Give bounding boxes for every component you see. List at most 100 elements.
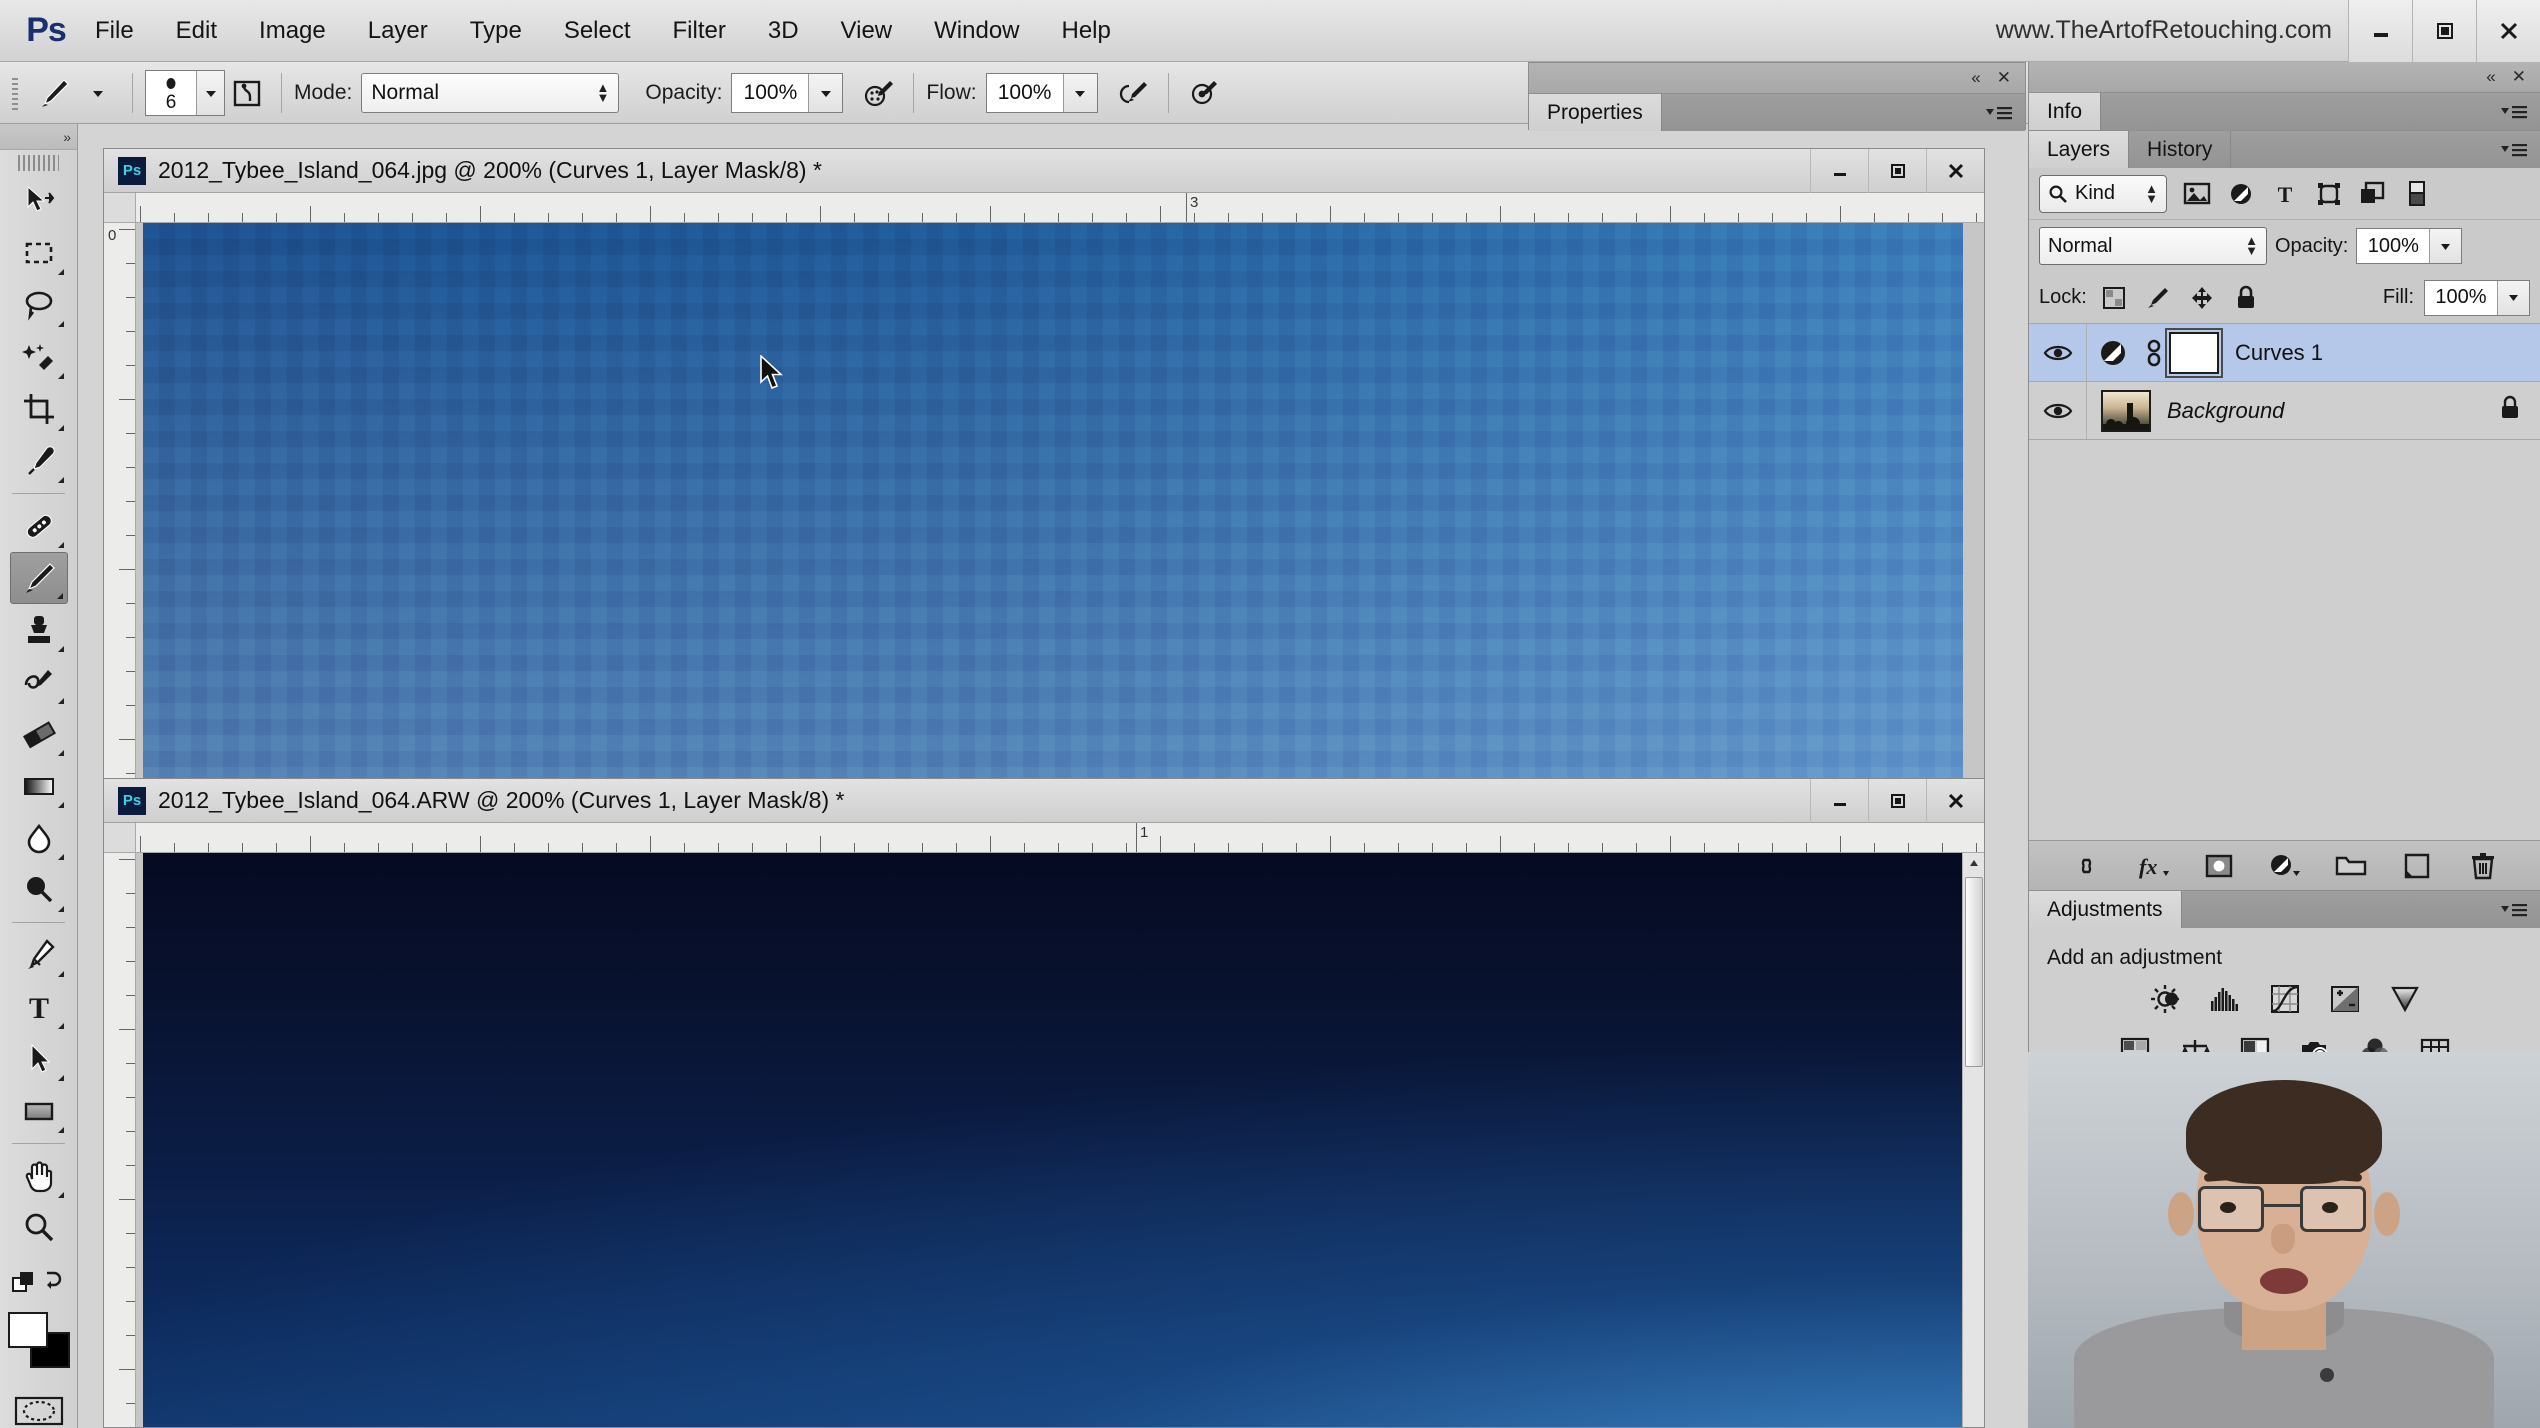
layer-name-background[interactable]: Background [2167, 398, 2284, 424]
menu-item-image[interactable]: Image [238, 0, 347, 62]
table-row[interactable]: Curves 1 [2029, 324, 2540, 382]
table-row[interactable]: Background [2029, 382, 2540, 440]
app-close-button[interactable] [2476, 0, 2540, 62]
dodge-tool[interactable] [10, 864, 68, 916]
rectangular-marquee-tool[interactable] [10, 227, 68, 279]
adjustment-layer-filter-icon[interactable] [2221, 175, 2261, 213]
doc-close-button-jpg[interactable] [1926, 148, 1984, 193]
doc-maximize-button-arw[interactable] [1868, 778, 1926, 823]
brush-icon[interactable] [32, 71, 76, 115]
panel-menu-icon[interactable] [2500, 103, 2528, 121]
smart-object-filter-icon[interactable] [2353, 175, 2393, 213]
layer-fill-slider-arrow[interactable] [2497, 280, 2529, 315]
layer-style-fx-icon[interactable]: fx [2133, 846, 2173, 886]
layer-opacity-slider-arrow[interactable] [2429, 229, 2462, 263]
blur-tool[interactable] [10, 812, 68, 864]
curves-icon[interactable] [2266, 980, 2304, 1018]
flow-slider-arrow[interactable] [1062, 73, 1097, 112]
lock-all-icon[interactable] [2229, 281, 2263, 315]
color-swatches[interactable] [7, 1312, 70, 1372]
tab-adjustments[interactable]: Adjustments [2029, 891, 2182, 928]
new-group-icon[interactable] [2331, 846, 2371, 886]
scrollbar-thumb[interactable] [1965, 877, 1983, 1067]
layer-mask-link-icon[interactable] [2139, 338, 2169, 368]
vertical-ruler-jpg[interactable]: 0 [104, 223, 136, 795]
tab-layers[interactable]: Layers [2029, 131, 2130, 168]
lock-transparent-pixels-icon[interactable] [2097, 281, 2131, 315]
tab-properties[interactable]: Properties [1529, 94, 1662, 131]
canvas-arw[interactable] [136, 853, 1962, 1427]
levels-icon[interactable] [2206, 980, 2244, 1018]
pen-tool[interactable] [10, 929, 68, 981]
collapse-icon[interactable]: « [1971, 68, 1980, 88]
flow-field[interactable]: 100% [985, 72, 1098, 113]
tools-grip[interactable] [18, 155, 59, 171]
move-tool[interactable] [10, 175, 68, 227]
menu-item-view[interactable]: View [820, 0, 914, 62]
layer-visibility-toggle-background[interactable] [2029, 382, 2087, 439]
hand-tool[interactable] [10, 1150, 68, 1202]
vertical-ruler-arw[interactable] [104, 853, 136, 1427]
opacity-field[interactable]: 100% [731, 72, 844, 113]
layer-visibility-toggle-curves[interactable] [2029, 324, 2087, 381]
brush-panel-icon[interactable] [225, 71, 269, 115]
horizontal-ruler-arw[interactable]: 1 [136, 823, 1984, 853]
delete-layer-icon[interactable] [2463, 846, 2503, 886]
foreground-color-swatch[interactable] [7, 1312, 48, 1348]
lock-position-icon[interactable] [2185, 281, 2219, 315]
pressure-size-icon[interactable] [1181, 71, 1225, 115]
canvas-jpg[interactable] [136, 223, 1984, 795]
menu-item-file[interactable]: File [74, 0, 155, 62]
menu-item-filter[interactable]: Filter [652, 0, 747, 62]
document-title-bar-jpg[interactable]: Ps 2012_Tybee_Island_064.jpg @ 200% (Cur… [104, 148, 1984, 193]
brush-preset-dropdown[interactable] [76, 71, 120, 115]
canvas-vertical-scrollbar-arw[interactable] [1962, 853, 1984, 1427]
brush-tool[interactable] [9, 552, 68, 604]
app-maximize-button[interactable] [2412, 0, 2476, 62]
layer-blend-mode-select[interactable]: Normal ▲ ▼ [2039, 227, 2267, 265]
new-layer-icon[interactable] [2397, 846, 2437, 886]
clone-stamp-tool[interactable] [10, 604, 68, 656]
layers-empty-area[interactable] [2029, 440, 2540, 840]
rectangle-shape-tool[interactable] [10, 1085, 68, 1137]
tab-history[interactable]: History [2129, 131, 2232, 168]
doc-close-button-arw[interactable] [1926, 778, 1984, 823]
tab-info[interactable]: Info [2029, 93, 2102, 130]
menu-item-window[interactable]: Window [913, 0, 1040, 62]
doc-minimize-button-arw[interactable] [1810, 778, 1868, 823]
menu-item-3d[interactable]: 3D [747, 0, 820, 62]
options-bar-grip[interactable] [8, 74, 22, 111]
panel-menu-icon[interactable] [1985, 104, 2013, 122]
panel-menu-icon[interactable] [2500, 141, 2528, 159]
menu-item-select[interactable]: Select [543, 0, 652, 62]
pixel-layer-filter-icon[interactable] [2177, 175, 2217, 213]
scroll-up-arrow[interactable] [1963, 853, 1985, 873]
type-tool[interactable]: T [10, 981, 68, 1033]
vibrance-icon[interactable] [2386, 980, 2424, 1018]
link-layers-icon[interactable] [2067, 846, 2107, 886]
brightness-contrast-icon[interactable] [2146, 980, 2184, 1018]
quick-mask-icon[interactable] [10, 1388, 68, 1428]
airbrush-pressure-opacity-icon[interactable] [857, 71, 901, 115]
layer-mask-thumbnail[interactable] [2165, 327, 2223, 378]
shape-layer-filter-icon[interactable] [2309, 175, 2349, 213]
blend-mode-select[interactable]: Normal ▲ ▼ [361, 72, 620, 113]
menu-item-type[interactable]: Type [449, 0, 543, 62]
layer-fill-field[interactable]: 100% [2424, 279, 2530, 316]
airbrush-icon[interactable] [1112, 71, 1156, 115]
panel-menu-icon[interactable] [2500, 901, 2528, 919]
brush-preset-picker-arrow[interactable] [196, 70, 224, 115]
type-layer-filter-icon[interactable]: T [2265, 175, 2305, 213]
spot-healing-brush-tool[interactable] [10, 500, 68, 552]
doc-maximize-button-jpg[interactable] [1868, 148, 1926, 193]
close-icon[interactable]: ✕ [1997, 68, 2011, 88]
layer-opacity-field[interactable]: 100% [2356, 228, 2463, 264]
layer-filter-kind-select[interactable]: Kind ▲ ▼ [2039, 174, 2167, 213]
eraser-tool[interactable] [10, 708, 68, 760]
collapse-icon[interactable]: « [2486, 67, 2495, 87]
app-minimize-button[interactable] [2348, 0, 2412, 62]
lasso-tool[interactable] [10, 279, 68, 331]
opacity-slider-arrow[interactable] [808, 73, 843, 112]
zoom-tool[interactable] [10, 1202, 68, 1254]
doc-minimize-button-jpg[interactable] [1810, 148, 1868, 193]
